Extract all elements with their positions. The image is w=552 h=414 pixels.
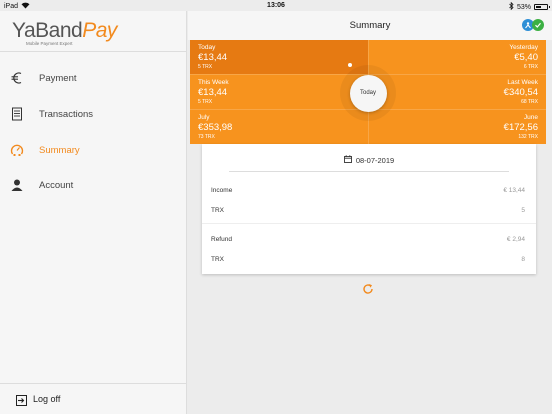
income-trx-label: TRX (211, 207, 224, 214)
stat-label: Today (198, 44, 216, 51)
stat-amount: €5,40 (514, 52, 538, 63)
user-icon (10, 178, 24, 192)
income-label: Income (211, 187, 233, 194)
refund-row: Refund € 2,94 (211, 236, 525, 243)
stat-trx: 132 TRX (518, 134, 538, 140)
stat-yesterday[interactable]: Yesterday €5,40 6 TRX (509, 44, 538, 70)
stat-label: June (523, 114, 538, 121)
stat-this-month[interactable]: July €353,98 73 TRX (198, 114, 232, 140)
selected-date: 08-07-2019 (355, 155, 395, 165)
income-value: € 13,44 (503, 187, 525, 194)
status-time: 13:06 (267, 2, 285, 9)
stat-label: This Week (198, 79, 229, 86)
stat-trx: 5 TRX (198, 99, 213, 105)
header-icons (522, 19, 544, 31)
logoff-label: Log off (33, 394, 61, 404)
calendar-icon (343, 155, 352, 165)
income-trx-value: 5 (521, 207, 525, 214)
income-row: Income € 13,44 (211, 187, 525, 194)
stat-last-month[interactable]: June €172,56 132 TRX (504, 114, 538, 140)
logoff-button[interactable]: Log off (0, 383, 186, 413)
stat-amount: €353,98 (198, 122, 233, 133)
stat-label: Last Week (507, 79, 538, 86)
sidebar-item-label: Summary (39, 144, 80, 156)
summary-detail-card: 08-07-2019 Income € 13,44 TRX 5 Refund €… (202, 144, 536, 274)
battery-level (536, 6, 542, 8)
refund-label: Refund (211, 236, 232, 243)
euro-icon (10, 71, 24, 85)
stat-trx: 73 TRX (198, 134, 215, 140)
sidebar-item-label: Transactions (39, 108, 94, 120)
sidebar-item-label: Account (39, 179, 74, 191)
stat-last-week[interactable]: Last Week €340,54 68 TRX (504, 79, 538, 105)
refund-trx-row: TRX 8 (211, 256, 525, 263)
receipt-icon (10, 107, 24, 121)
status-bar: iPad 13:06 53% (0, 0, 552, 11)
header-bar: Summary (188, 11, 552, 40)
stat-amount: €13,44 (198, 87, 228, 98)
stat-this-week[interactable]: This Week €13,44 5 TRX (198, 79, 229, 105)
sidebar-item-transactions[interactable]: Transactions (0, 99, 186, 129)
sidebar: YaBandPay Mobile Payment Expert Payment … (0, 11, 187, 414)
sidebar-item-label: Payment (39, 72, 77, 84)
battery-icon (534, 4, 550, 10)
period-dial-indicator (348, 63, 352, 67)
refund-trx-value: 8 (521, 256, 525, 263)
date-picker[interactable]: 08-07-2019 (202, 155, 536, 165)
check-icon[interactable] (532, 19, 544, 31)
sidebar-divider (0, 51, 186, 52)
stat-trx: 68 TRX (521, 99, 538, 105)
sidebar-item-account[interactable]: Account (0, 170, 186, 200)
card-separator (202, 223, 536, 224)
stat-amount: €13,44 (198, 52, 228, 63)
logo: YaBandPay Mobile Payment Expert (12, 19, 117, 46)
refund-value: € 2,94 (506, 236, 525, 243)
sidebar-item-payment[interactable]: Payment (0, 63, 186, 93)
logo-wordmark: YaBandPay (12, 19, 117, 42)
period-dial-button[interactable]: Today (349, 74, 387, 112)
sidebar-item-summary[interactable]: Summary (0, 135, 186, 165)
stat-trx: 6 TRX (523, 64, 538, 70)
stat-amount: €172,56 (503, 122, 538, 133)
stat-label: July (198, 114, 210, 121)
summary-icon (10, 143, 24, 157)
logout-icon (16, 393, 27, 406)
battery-percent: 53% (516, 3, 531, 11)
stat-today[interactable]: Today €13,44 5 TRX (198, 44, 227, 70)
stat-trx: 5 TRX (198, 64, 213, 70)
page-title: Summary (349, 20, 391, 31)
refresh-icon[interactable] (362, 282, 374, 294)
date-underline (229, 171, 509, 172)
stat-amount: €340,54 (503, 87, 538, 98)
refund-trx-label: TRX (211, 256, 224, 263)
income-trx-row: TRX 5 (211, 207, 525, 214)
stat-label: Yesterday (509, 44, 538, 51)
